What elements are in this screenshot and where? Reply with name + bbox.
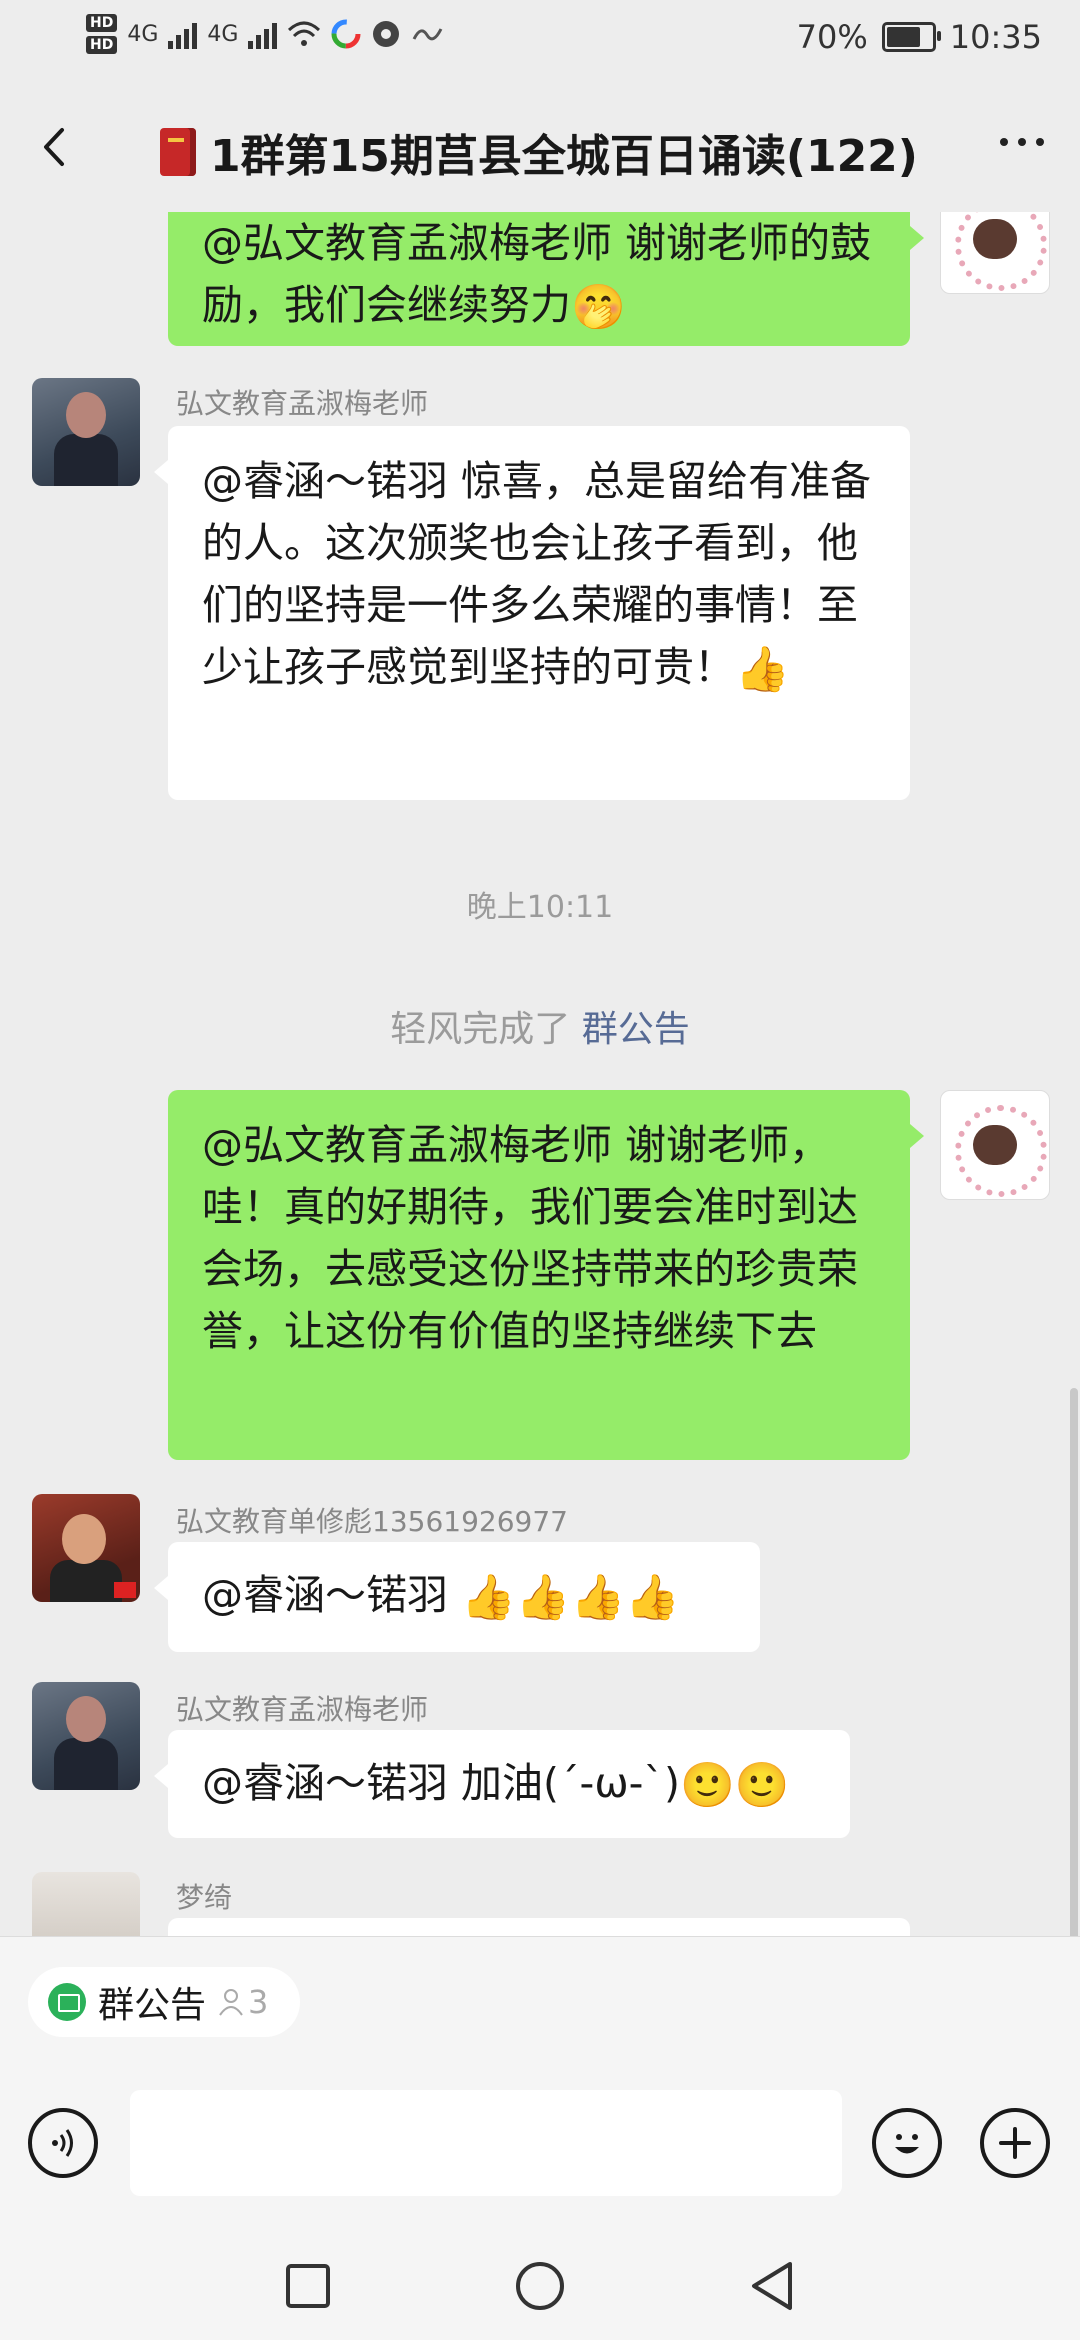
system-message-text: 轻风完成了 [390, 1009, 582, 1050]
battery-percent: 70% [796, 18, 868, 56]
app-script-icon [413, 28, 443, 41]
message-text: @睿涵～锘羽 [202, 1571, 462, 1619]
flag-icon [114, 1582, 136, 1598]
notice-icon [48, 1983, 86, 2021]
clock: 10:35 [949, 18, 1042, 56]
avatar[interactable] [32, 1872, 140, 1936]
add-button[interactable] [980, 2108, 1050, 2178]
status-right-icons: 70% 10:35 [797, 18, 1042, 56]
scrollbar[interactable] [1070, 1388, 1078, 1936]
message-bubble[interactable]: @睿涵～锘羽 加油(´-ω-`)🙂🙂 [154, 1730, 850, 1838]
hd-badge: HD [86, 14, 118, 32]
avatar[interactable] [32, 378, 140, 486]
message-list[interactable]: @弘文教育孟淑梅老师 谢谢老师的鼓励，我们会继续努力🤭 弘文教育孟淑梅老师 @睿… [0, 212, 1080, 1936]
back-triangle-icon[interactable] [744, 2258, 800, 2314]
avatar[interactable] [32, 1494, 140, 1602]
reader-count-value: 3 [248, 1983, 269, 2021]
battery-icon [881, 22, 941, 52]
app-dark-icon [373, 21, 400, 47]
app-color-icon [331, 19, 361, 49]
status-left-icons: HD HD 4G 4G [86, 14, 445, 54]
notice-row: 群公告 3 [0, 1936, 1080, 2061]
more-dots-icon[interactable] [1000, 138, 1044, 146]
chevron-left-icon[interactable] [30, 122, 80, 172]
chat-header: 1群第15期莒县全城百日诵读(122) [0, 82, 1080, 212]
message-bubble[interactable]: @弘文教育孟淑梅老师 谢谢老师，哇！真的好期待，我们要会准时到达会场，去感受这份… [168, 1090, 924, 1460]
recents-icon[interactable] [280, 2258, 336, 2314]
voice-icon [52, 2129, 73, 2157]
timestamp: 晚上10:11 [466, 890, 614, 925]
person-icon [219, 1989, 243, 2016]
chat-title-wrap: 1群第15期莒县全城百日诵读(122) [160, 120, 918, 184]
system-nav-bar [0, 2230, 1080, 2340]
sender-name: 梦绮 [176, 1881, 233, 1914]
emoji-button[interactable] [872, 2108, 942, 2178]
group-notice-link[interactable]: 群公告 [582, 1009, 690, 1050]
message-text: @睿涵～锘羽 加油(´-ω-`) [202, 1759, 680, 1807]
message-bubble[interactable]: @睿涵～锘羽 👍👍👍👍 [154, 1542, 760, 1652]
avatar[interactable] [940, 1090, 1050, 1200]
battery-fill [886, 27, 921, 47]
emoji: 👍👍👍👍 [461, 1572, 681, 1623]
sender-name: 弘文教育孟淑梅老师 [176, 1693, 429, 1726]
message-bubble[interactable]: @睿涵～锘羽 惊喜，总是留给有准备的人。这次颁奖也会让孩子看到，他们的坚持是一件… [154, 426, 910, 800]
chat-title: 1群第15期莒县全城百日诵读(122) [210, 131, 918, 182]
wifi-icon [288, 21, 321, 46]
signal-label: 4G [127, 21, 159, 47]
group-notice-chip[interactable]: 群公告 3 [28, 1967, 301, 2037]
hd-badges: HD HD [86, 14, 118, 54]
emoji: 🙂🙂 [679, 1760, 790, 1811]
avatar[interactable] [940, 212, 1050, 294]
sender-name: 弘文教育单修彪13561926977 [176, 1505, 568, 1538]
voice-button[interactable] [28, 2108, 98, 2178]
input-bar [0, 2060, 1080, 2230]
sender-name: 弘文教育孟淑梅老师 [176, 387, 429, 420]
reader-count: 3 [218, 1983, 268, 2021]
message-text: @弘文教育孟淑梅老师 谢谢老师的鼓励，我们会继续努力 [202, 219, 872, 329]
hd-badge: HD [86, 36, 118, 54]
plus-icon [999, 2127, 1031, 2159]
home-icon[interactable] [512, 2258, 568, 2314]
signal-icon [168, 19, 198, 49]
status-bar: HD HD 4G 4G 70% 10:35 [0, 0, 1080, 82]
message-text: @弘文教育孟淑梅老师 谢谢老师，哇！真的好期待，我们要会准时到达会场，去感受这份… [202, 1121, 858, 1355]
emoji: 🤭 [571, 282, 626, 333]
notice-chip-label: 群公告 [98, 1985, 207, 2026]
message-input[interactable] [130, 2090, 842, 2196]
smiley-icon [895, 2134, 919, 2154]
red-book-icon [160, 128, 196, 176]
system-message: 轻风完成了 群公告 [0, 1000, 1080, 1052]
emoji: 👍 [735, 644, 790, 695]
signal-icon [248, 19, 278, 49]
signal-label: 4G [207, 21, 239, 47]
avatar[interactable] [32, 1682, 140, 1790]
message-bubble[interactable] [168, 1918, 910, 1936]
message-bubble[interactable]: @弘文教育孟淑梅老师 谢谢老师的鼓励，我们会继续努力🤭 [168, 212, 924, 346]
